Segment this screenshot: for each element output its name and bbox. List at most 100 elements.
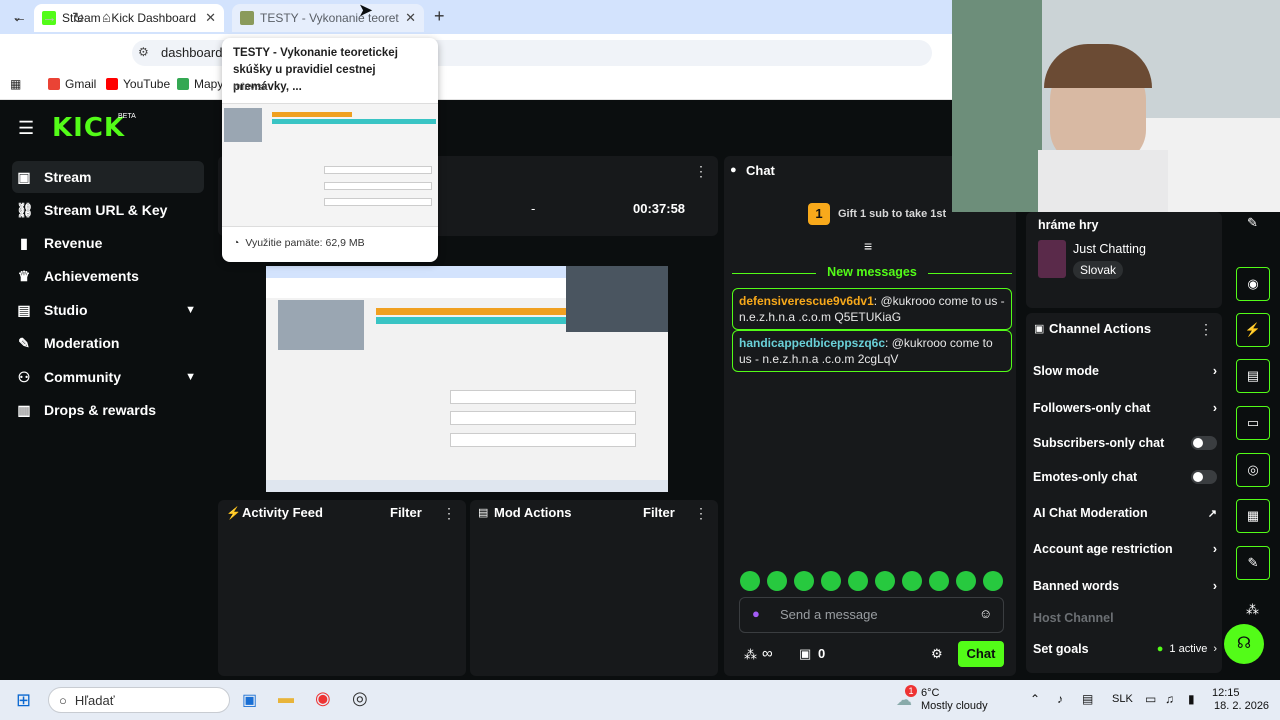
- sidebar-item-drops[interactable]: ▥ Drops & rewards: [12, 394, 204, 426]
- battery-icon[interactable]: ▮: [1188, 692, 1195, 706]
- network-icon[interactable]: ▭: [1145, 692, 1156, 706]
- sidebar-item-stream[interactable]: ▣ Stream: [12, 161, 204, 193]
- beta-label: BETA: [118, 113, 136, 120]
- lightning-icon: ⚡: [1244, 322, 1262, 337]
- clock-time[interactable]: 12:15: [1212, 687, 1240, 699]
- home-icon[interactable]: ⌂: [102, 9, 111, 26]
- sidebar-item-community[interactable]: ⚇ Community ▼: [12, 361, 204, 393]
- gift-sub-banner[interactable]: 1 Gift 1 sub to take 1st: [808, 203, 946, 225]
- trophy-icon: ♛: [17, 267, 31, 284]
- subscribers-only-toggle[interactable]: [1191, 436, 1217, 450]
- reload-icon[interactable]: ↻: [72, 9, 85, 27]
- tray-overflow-icon[interactable]: ⌃: [1030, 692, 1040, 706]
- rail-broadcast-button[interactable]: ◎: [1236, 453, 1270, 487]
- sidebar-item-moderation[interactable]: ✎ Moderation: [12, 327, 204, 359]
- weather-temp[interactable]: 6°C: [921, 687, 939, 699]
- emote-quick-row: [740, 571, 1003, 591]
- emote-icon[interactable]: [740, 571, 760, 591]
- keyboard-icon[interactable]: ▤: [1082, 692, 1093, 706]
- chat-username[interactable]: defensiverescue9v6dv1: [739, 294, 874, 308]
- pinned-collapse-icon[interactable]: ≡: [864, 238, 872, 254]
- emote-icon[interactable]: [875, 571, 895, 591]
- emotes-only-toggle[interactable]: [1191, 470, 1217, 484]
- emote-icon[interactable]: [929, 571, 949, 591]
- tab-testy[interactable]: TESTY - Vykonanie teoretickej s ✕: [232, 4, 424, 32]
- emote-icon[interactable]: [956, 571, 976, 591]
- sidebar-item-studio[interactable]: ▤ Studio ▼: [12, 294, 204, 326]
- rail-chat-button[interactable]: ▭: [1236, 406, 1270, 440]
- chat-username[interactable]: handicappedbiceppszq6c: [739, 336, 885, 350]
- edit-icon[interactable]: ✎: [1247, 215, 1258, 231]
- gift-icon: ▥: [17, 401, 31, 418]
- emote-icon[interactable]: [902, 571, 922, 591]
- channel-actions-more-icon[interactable]: ⋮: [1199, 321, 1213, 338]
- store-icon[interactable]: ▣: [242, 690, 257, 710]
- ai-moderation-row[interactable]: AI Chat Moderation ↗: [1033, 506, 1217, 520]
- search-icon: ○: [59, 692, 67, 708]
- help-headset-button[interactable]: ☊: [1224, 624, 1264, 664]
- activity-more-icon[interactable]: ⋮: [442, 505, 456, 522]
- kick-logo[interactable]: KICK: [52, 113, 125, 143]
- stats-more-icon[interactable]: ⋮: [694, 163, 708, 180]
- language-tag[interactable]: Slovak: [1073, 261, 1124, 279]
- tab-kick-dashboard[interactable]: Stream - Kick Dashboard ✕: [34, 4, 224, 32]
- sidebar-item-stream-url[interactable]: ⛓ Stream URL & Key: [12, 194, 204, 226]
- sidebar-item-achievements[interactable]: ♛ Achievements: [12, 260, 204, 292]
- rail-camera-button[interactable]: ◉: [1236, 267, 1270, 301]
- revenue-icon: ▮: [20, 234, 28, 251]
- search-placeholder: Hľadať: [74, 692, 115, 708]
- followers-only-row[interactable]: Followers-only chat ›: [1033, 401, 1217, 415]
- emote-icon[interactable]: [767, 571, 787, 591]
- account-age-row[interactable]: Account age restriction ›: [1033, 542, 1217, 556]
- taskbar-search[interactable]: ○ Hľadať: [48, 687, 230, 713]
- new-tab-icon[interactable]: +: [434, 6, 445, 27]
- emote-icon[interactable]: [794, 571, 814, 591]
- apps-icon[interactable]: ▦: [10, 77, 21, 91]
- category-name[interactable]: Just Chatting: [1073, 242, 1146, 256]
- bookmark-label: YouTube: [123, 77, 171, 91]
- slow-mode-row[interactable]: Slow mode ›: [1033, 364, 1217, 378]
- microphone-tray-icon[interactable]: ♪: [1057, 692, 1063, 706]
- share-icon[interactable]: ⁂: [1246, 602, 1259, 618]
- start-icon[interactable]: ⊞: [16, 690, 31, 711]
- mod-actions-filter[interactable]: Filter: [643, 505, 675, 520]
- obs-icon[interactable]: ◎: [352, 688, 368, 709]
- bookmark-youtube[interactable]: YouTube: [106, 77, 170, 91]
- rail-layout-button[interactable]: ▦: [1236, 499, 1270, 533]
- maps-icon: [177, 78, 189, 90]
- chat-send-button[interactable]: Chat: [958, 641, 1004, 667]
- volume-icon[interactable]: ♫: [1165, 692, 1174, 706]
- emoji-picker-icon[interactable]: ☺: [979, 606, 992, 621]
- chrome-icon[interactable]: ◉: [315, 688, 331, 709]
- bookmark-gmail[interactable]: Gmail: [48, 77, 96, 91]
- emote-icon[interactable]: [983, 571, 1003, 591]
- row-label: Account age restriction: [1033, 542, 1173, 556]
- file-explorer-icon[interactable]: ▬: [278, 690, 294, 708]
- language-indicator[interactable]: SLK: [1112, 693, 1133, 705]
- rail-lightning-button[interactable]: ⚡: [1236, 313, 1270, 347]
- stream-preview-video[interactable]: [266, 266, 668, 492]
- subscribers-only-row[interactable]: Subscribers-only chat: [1033, 436, 1217, 450]
- back-icon[interactable]: ←: [12, 9, 27, 26]
- emote-icon[interactable]: [848, 571, 868, 591]
- sidebar-item-label: Revenue: [44, 235, 103, 251]
- rail-notes-button[interactable]: ▤: [1236, 359, 1270, 393]
- close-tab-icon[interactable]: ✕: [205, 10, 216, 26]
- forward-icon[interactable]: →: [42, 9, 57, 26]
- mic-icon[interactable]: ●: [752, 606, 760, 621]
- activity-feed-filter[interactable]: Filter: [390, 505, 422, 520]
- bookmark-mapy[interactable]: Mapy: [177, 77, 223, 91]
- site-info-icon[interactable]: ⚙: [138, 45, 149, 59]
- layout-icon: ▦: [1246, 508, 1260, 523]
- emotes-only-row[interactable]: Emotes-only chat: [1033, 470, 1217, 484]
- mod-more-icon[interactable]: ⋮: [694, 505, 708, 522]
- banned-words-row[interactable]: Banned words ›: [1033, 579, 1217, 593]
- emote-icon[interactable]: [821, 571, 841, 591]
- memory-text: Využitie pamäte: 62,9 MB: [245, 237, 365, 249]
- close-tab-icon[interactable]: ✕: [405, 10, 416, 26]
- menu-icon[interactable]: ☰: [18, 118, 34, 139]
- chat-settings-icon[interactable]: ⚙: [931, 646, 943, 662]
- sidebar-item-revenue[interactable]: ▮ Revenue: [12, 227, 204, 259]
- set-goals-row[interactable]: Set goals ● 1 active ›: [1033, 642, 1217, 656]
- rail-tools-button[interactable]: ✎: [1236, 546, 1270, 580]
